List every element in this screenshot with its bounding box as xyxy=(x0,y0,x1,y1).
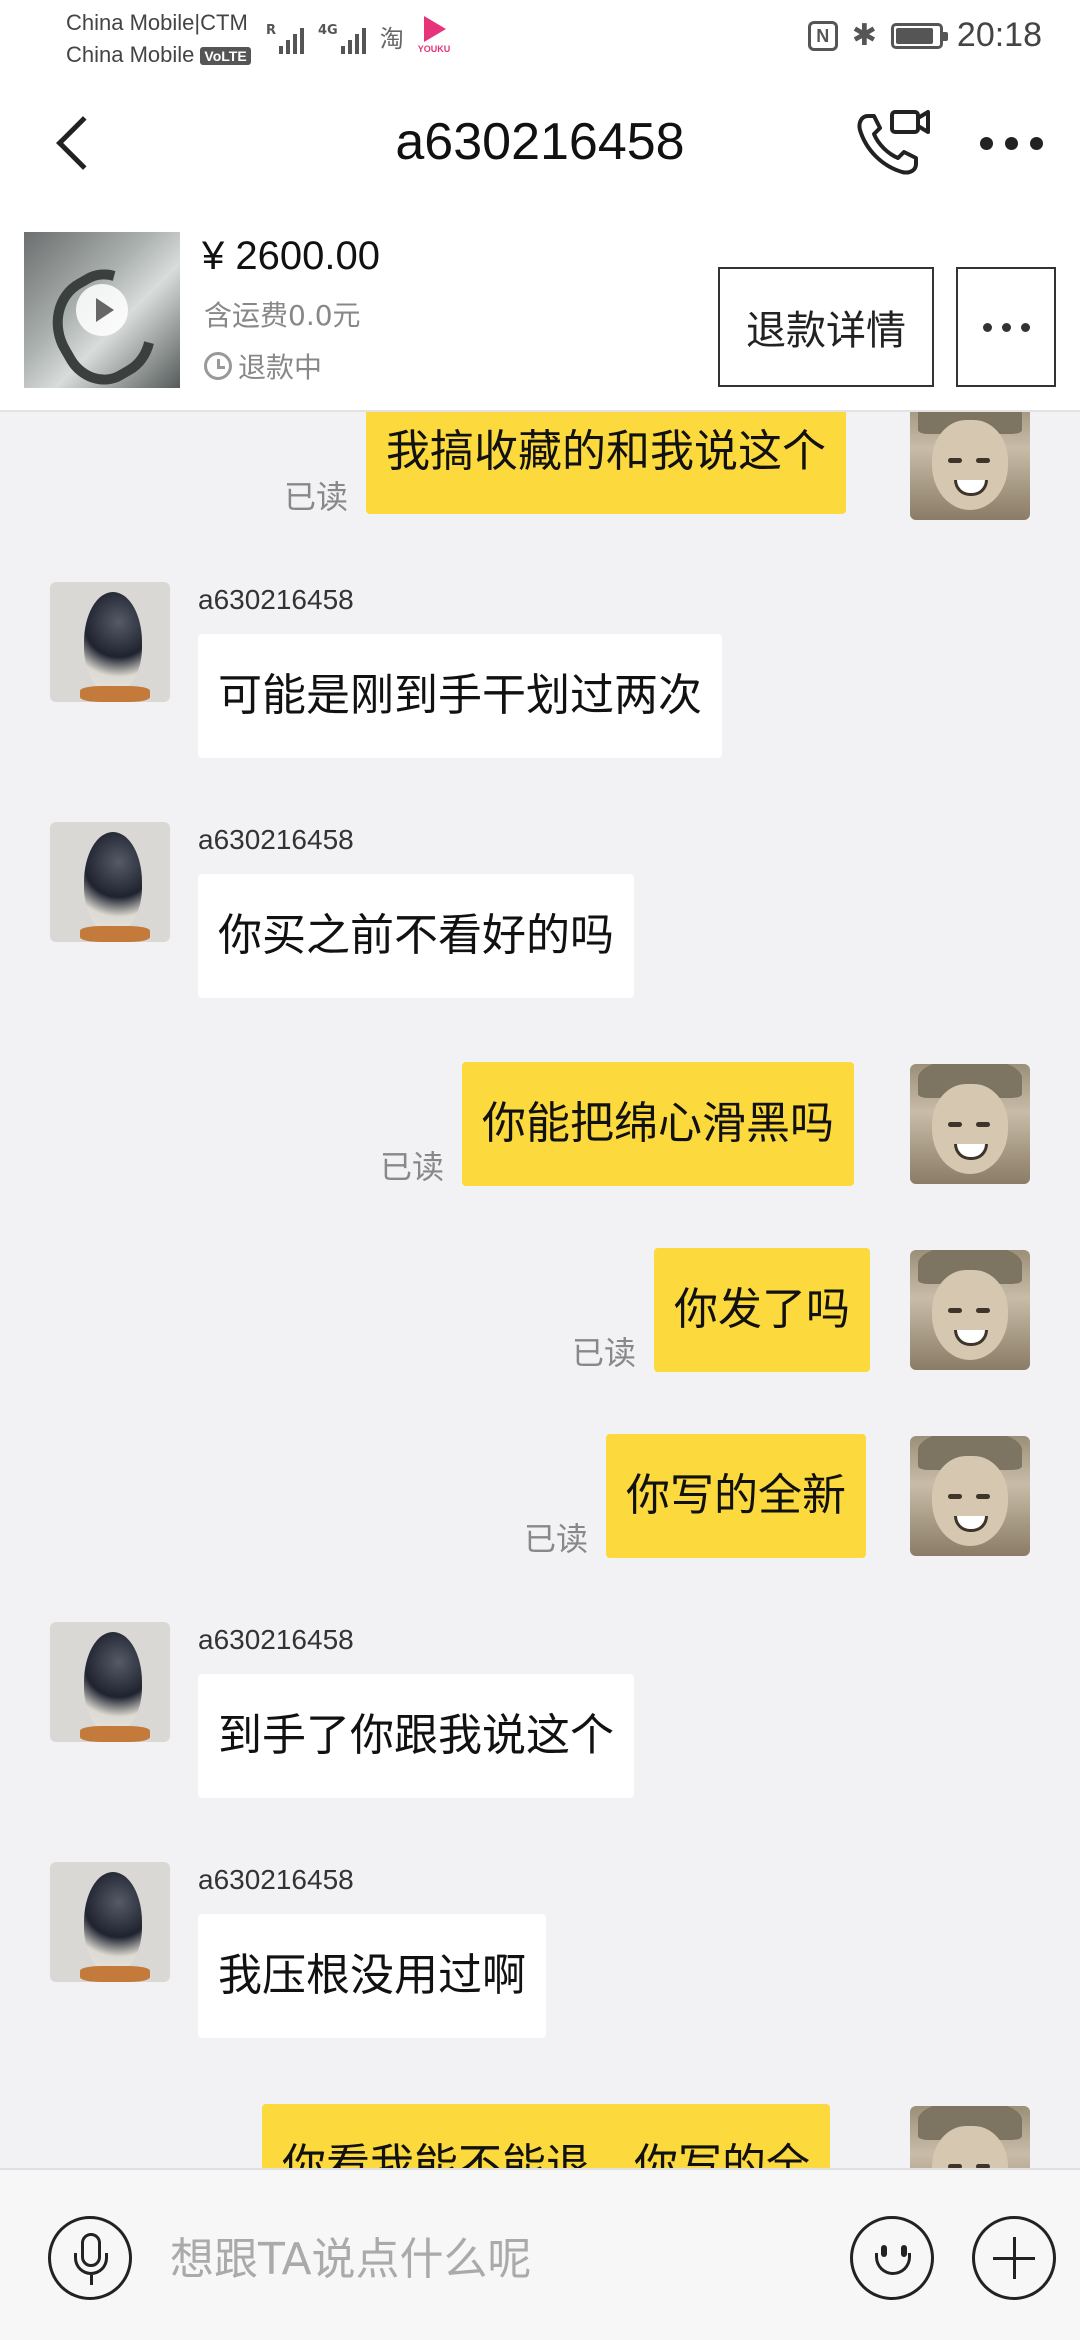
dot-icon xyxy=(982,322,992,332)
shipping-fee: 含运费0.0元 xyxy=(204,299,361,332)
my-avatar[interactable] xyxy=(910,412,1030,520)
message-bubble[interactable]: 你买之前不看好的吗 xyxy=(198,874,634,998)
read-receipt: 已读 xyxy=(524,1520,589,1558)
message-other: a630216458 可能是刚到手干划过两次 xyxy=(0,582,1080,782)
my-avatar[interactable] xyxy=(910,1064,1030,1184)
message-bubble[interactable]: 你看我能不能退，你写的全 xyxy=(262,2104,830,2168)
message-bubble[interactable]: 可能是刚到手干划过两次 xyxy=(198,634,722,758)
chat-header: a630216458 xyxy=(0,80,1080,212)
message-self: 已读 我搞收藏的和我说这个 xyxy=(0,412,1080,522)
message-bubble[interactable]: 我搞收藏的和我说这个 xyxy=(366,412,846,514)
phone-video-icon xyxy=(857,110,930,175)
sender-name: a630216458 xyxy=(198,584,354,615)
clock-icon xyxy=(204,352,232,380)
my-avatar[interactable] xyxy=(910,2106,1030,2168)
order-price: ¥ 2600.00 xyxy=(202,234,380,278)
message-bubble[interactable]: 你写的全新 xyxy=(606,1434,866,1558)
volte-badge: VoLTE xyxy=(200,47,251,66)
carrier-2-name: China Mobile xyxy=(66,42,195,67)
sim2-network-label: 4G xyxy=(318,23,338,38)
read-receipt: 已读 xyxy=(380,1148,445,1186)
message-bubble[interactable]: 你发了吗 xyxy=(654,1248,870,1372)
message-self: 你看我能不能退，你写的全 xyxy=(0,2104,1080,2168)
battery-icon xyxy=(890,22,948,49)
seller-avatar[interactable] xyxy=(50,1622,170,1742)
taobao-notification-icon: 淘 xyxy=(379,25,404,53)
my-avatar[interactable] xyxy=(910,1436,1030,1556)
dot-icon xyxy=(1030,136,1043,150)
message-bubble[interactable]: 你能把绵心滑黑吗 xyxy=(462,1062,854,1186)
call-button[interactable] xyxy=(850,102,930,182)
status-time: 20:18 xyxy=(956,16,1042,54)
more-options-button[interactable] xyxy=(980,128,1050,158)
message-other: a630216458 你买之前不看好的吗 xyxy=(0,822,1080,1022)
smiley-icon xyxy=(875,2253,911,2275)
chat-message-list[interactable]: 已读 我搞收藏的和我说这个 a630216458 可能是刚到手干划过两次 a63… xyxy=(0,412,1080,2168)
message-input[interactable]: 想跟TA说点什么呢 xyxy=(170,2222,810,2298)
carrier-2-label: China Mobile VoLTE xyxy=(66,42,251,68)
signal-indicators: R 4G 淘 YOUKU xyxy=(266,16,452,54)
voice-input-button[interactable] xyxy=(48,2216,132,2300)
order-card[interactable]: ¥ 2600.00 含运费0.0元 退款中 退款详情 xyxy=(0,212,1080,412)
nfc-icon: N xyxy=(807,20,838,51)
message-other: a630216458 到手了你跟我说这个 xyxy=(0,1622,1080,1822)
read-receipt: 已读 xyxy=(572,1334,637,1372)
dot-icon xyxy=(980,136,993,150)
status-right-group: N ✱ 20:18 xyxy=(807,16,1042,55)
signal-icon-sim1: R xyxy=(266,23,305,54)
message-bubble[interactable]: 到手了你跟我说这个 xyxy=(198,1674,634,1798)
youku-notification-icon: YOUKU xyxy=(418,16,452,54)
youku-label: YOUKU xyxy=(417,44,451,54)
bluetooth-icon: ✱ xyxy=(851,18,877,53)
message-self: 已读 你能把绵心滑黑吗 xyxy=(0,1062,1080,1192)
message-self: 已读 你写的全新 xyxy=(0,1434,1080,1564)
order-status: 退款中 xyxy=(204,346,322,386)
message-bubble[interactable]: 我压根没用过啊 xyxy=(198,1914,546,2038)
status-bar: China Mobile|CTM China Mobile VoLTE R 4G … xyxy=(0,0,1080,80)
message-other: a630216458 我压根没用过啊 xyxy=(0,1862,1080,2062)
dot-icon xyxy=(1005,136,1018,150)
play-icon[interactable] xyxy=(76,284,128,336)
carrier-1-label: China Mobile|CTM xyxy=(66,10,248,35)
read-receipt: 已读 xyxy=(284,478,349,516)
product-thumbnail[interactable] xyxy=(24,232,180,388)
emoji-button[interactable] xyxy=(850,2216,934,2300)
message-self: 已读 你发了吗 xyxy=(0,1248,1080,1378)
signal-icon-sim2: 4G xyxy=(318,24,366,54)
order-status-label: 退款中 xyxy=(238,351,323,384)
order-more-button[interactable] xyxy=(956,267,1056,387)
sim1-roaming-label: R xyxy=(266,23,277,38)
seller-avatar[interactable] xyxy=(50,1862,170,1982)
sender-name: a630216458 xyxy=(198,824,354,855)
message-input-bar: 想跟TA说点什么呢 xyxy=(0,2168,1080,2340)
my-avatar[interactable] xyxy=(910,1250,1030,1370)
sender-name: a630216458 xyxy=(198,1624,354,1655)
refund-details-button[interactable]: 退款详情 xyxy=(718,267,934,387)
seller-avatar[interactable] xyxy=(50,582,170,702)
sender-name: a630216458 xyxy=(198,1864,354,1895)
dot-icon xyxy=(1020,322,1030,332)
seller-avatar[interactable] xyxy=(50,822,170,942)
dot-icon xyxy=(1001,322,1011,332)
more-actions-button[interactable] xyxy=(972,2216,1056,2300)
